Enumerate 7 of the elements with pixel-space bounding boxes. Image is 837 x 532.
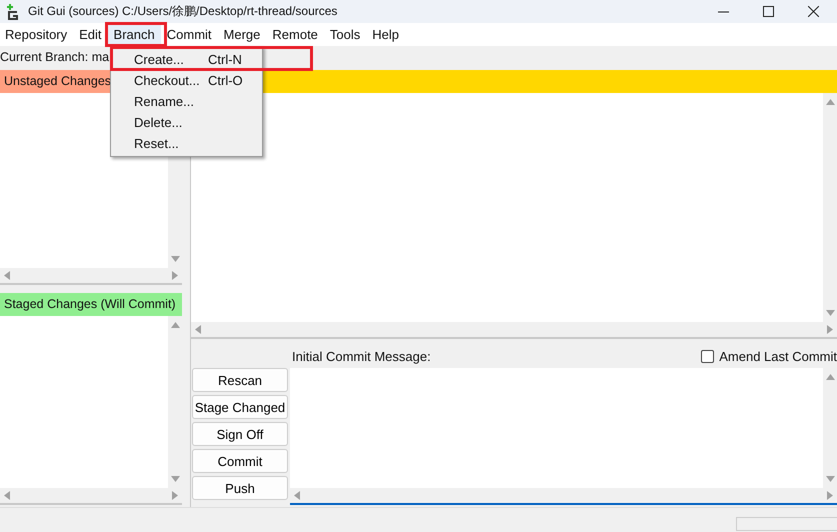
shortcut-label: Ctrl-N <box>208 52 242 67</box>
amend-label: Amend Last Commit <box>719 349 837 364</box>
window-title: Git Gui (sources) C:/Users/徐鹏/Desktop/rt-thread/sources <box>28 3 338 20</box>
commit-message-label: Initial Commit Message: <box>292 349 431 364</box>
current-branch-label: Current Branch: ma <box>0 50 110 64</box>
shortcut-label: Ctrl-O <box>208 73 243 88</box>
staged-changes-header: Staged Changes (Will Commit) <box>0 293 182 316</box>
